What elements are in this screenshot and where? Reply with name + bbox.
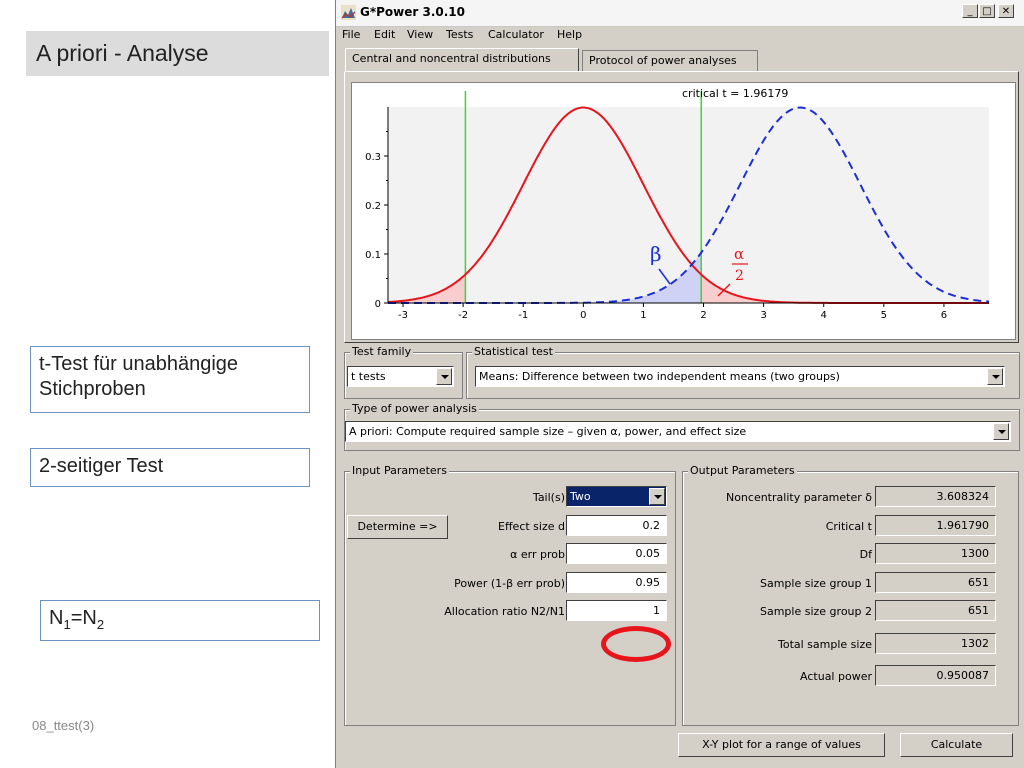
sample-size-group1-value: 651 bbox=[875, 572, 996, 593]
chevron-down-icon[interactable] bbox=[993, 423, 1009, 440]
test-family-group: Test family t tests bbox=[344, 345, 463, 399]
determine-button[interactable]: Determine => bbox=[347, 515, 448, 539]
y-tick-label: 0.2 bbox=[365, 201, 381, 212]
df-label: Df bbox=[859, 548, 872, 561]
app-icon bbox=[341, 5, 356, 20]
note-equal-group-sizes: N1=N2 bbox=[40, 600, 320, 641]
y-tick-label: 0.3 bbox=[365, 152, 381, 163]
actual-power-value: 0.950087 bbox=[875, 665, 996, 686]
power-analysis-group: Type of power analysis A priori: Compute… bbox=[344, 402, 1020, 451]
power-input[interactable]: 0.95 bbox=[566, 572, 667, 593]
title-bar: G*Power 3.0.10 _ □ ✕ bbox=[336, 0, 1024, 27]
alpha-err-label: α err prob bbox=[510, 548, 565, 561]
alpha-denominator: 2 bbox=[735, 268, 744, 284]
slide-footer: 08_ttest(3) bbox=[32, 718, 95, 733]
xy-plot-button[interactable]: X-Y plot for a range of values bbox=[678, 733, 885, 757]
chevron-down-icon[interactable] bbox=[649, 488, 665, 505]
y-tick-label: 0.1 bbox=[365, 250, 381, 261]
x-tick-label: 4 bbox=[821, 310, 827, 321]
x-tick-label: 3 bbox=[760, 310, 766, 321]
allocation-ratio-input[interactable]: 1 bbox=[566, 600, 667, 621]
sample-size-group1-label: Sample size group 1 bbox=[759, 577, 872, 590]
menu-bar: File Edit View Tests Calculator Help bbox=[336, 27, 1024, 43]
statistical-test-select[interactable]: Means: Difference between two independen… bbox=[475, 366, 1005, 387]
chevron-down-icon[interactable] bbox=[987, 368, 1003, 385]
noncentrality-value: 3.608324 bbox=[875, 486, 996, 507]
effect-size-input[interactable]: 0.2 bbox=[566, 515, 667, 536]
window-title: G*Power 3.0.10 bbox=[360, 5, 465, 19]
alpha-err-input[interactable]: 0.05 bbox=[566, 543, 667, 564]
test-family-select[interactable]: t tests bbox=[347, 366, 454, 387]
y-tick-label: 0 bbox=[375, 299, 381, 310]
menu-view[interactable]: View bbox=[407, 28, 433, 41]
sample-size-group2-label: Sample size group 2 bbox=[759, 605, 872, 618]
power-analysis-select[interactable]: A priori: Compute required sample size –… bbox=[345, 421, 1011, 442]
sample-size-group2-value: 651 bbox=[875, 600, 996, 621]
close-button[interactable]: ✕ bbox=[998, 4, 1014, 18]
critical-t-value: 1.961790 bbox=[875, 515, 996, 536]
noncentrality-label: Noncentrality parameter δ bbox=[725, 491, 872, 504]
x-tick-label: 6 bbox=[941, 310, 947, 321]
x-tick-label: 5 bbox=[881, 310, 887, 321]
allocation-ratio-label: Allocation ratio N2/N1 bbox=[444, 605, 565, 618]
menu-file[interactable]: File bbox=[342, 28, 360, 41]
power-label: Power (1-β err prob) bbox=[454, 577, 565, 590]
menu-edit[interactable]: Edit bbox=[374, 28, 395, 41]
minimize-button[interactable]: _ bbox=[962, 4, 978, 18]
x-tick-label: -3 bbox=[398, 310, 408, 321]
x-tick-label: 1 bbox=[640, 310, 646, 321]
gpower-window: G*Power 3.0.10 _ □ ✕ File Edit View Test… bbox=[335, 0, 1024, 768]
note-two-sided-test: 2-seitiger Test bbox=[30, 448, 310, 487]
menu-calculator[interactable]: Calculator bbox=[488, 28, 544, 41]
input-parameters-group: Input Parameters Tail(s) Two Determine =… bbox=[344, 464, 676, 726]
critical-t-label: Critical t bbox=[825, 520, 872, 533]
maximize-button[interactable]: □ bbox=[979, 4, 995, 18]
total-sample-size-label: Total sample size bbox=[777, 638, 872, 651]
effect-size-label: Effect size d bbox=[498, 520, 565, 533]
slide-title: A priori - Analyse bbox=[26, 31, 329, 76]
actual-power-label: Actual power bbox=[800, 670, 872, 683]
alpha-label: α bbox=[734, 245, 744, 263]
menu-tests[interactable]: Tests bbox=[446, 28, 473, 41]
tab-protocol[interactable]: Protocol of power analyses bbox=[582, 50, 758, 71]
x-tick-label: -2 bbox=[458, 310, 468, 321]
output-parameters-group: Output Parameters Noncentrality paramete… bbox=[682, 464, 1019, 726]
x-tick-label: -1 bbox=[518, 310, 528, 321]
statistical-test-group: Statistical test Means: Difference betwe… bbox=[466, 345, 1020, 399]
tails-label: Tail(s) bbox=[532, 491, 565, 504]
note-independent-samples: t-Test für unabhängige Stichproben bbox=[30, 346, 310, 413]
x-tick-label: 2 bbox=[700, 310, 706, 321]
calculate-button[interactable]: Calculate bbox=[900, 733, 1013, 757]
distribution-panel: 0 0.1 0.2 0.3 -3 -2 -1 0 1 2 3 4 5 6 critical t = 1.… bbox=[344, 71, 1019, 343]
chart-title: critical t = 1.96179 bbox=[682, 87, 788, 100]
chevron-down-icon[interactable] bbox=[436, 368, 452, 385]
df-value: 1300 bbox=[875, 543, 996, 564]
tails-select[interactable]: Two bbox=[566, 486, 667, 507]
distribution-plot: 0 0.1 0.2 0.3 -3 -2 -1 0 1 2 3 4 5 6 critical t = 1.… bbox=[365, 87, 990, 321]
distribution-chart: 0 0.1 0.2 0.3 -3 -2 -1 0 1 2 3 4 5 6 critical t = 1.… bbox=[351, 82, 1016, 340]
tab-distributions[interactable]: Central and noncentral distributions bbox=[345, 48, 579, 72]
total-sample-size-value: 1302 bbox=[875, 633, 996, 654]
menu-help[interactable]: Help bbox=[557, 28, 582, 41]
x-tick-label: 0 bbox=[580, 310, 586, 321]
beta-label: β bbox=[650, 242, 662, 266]
